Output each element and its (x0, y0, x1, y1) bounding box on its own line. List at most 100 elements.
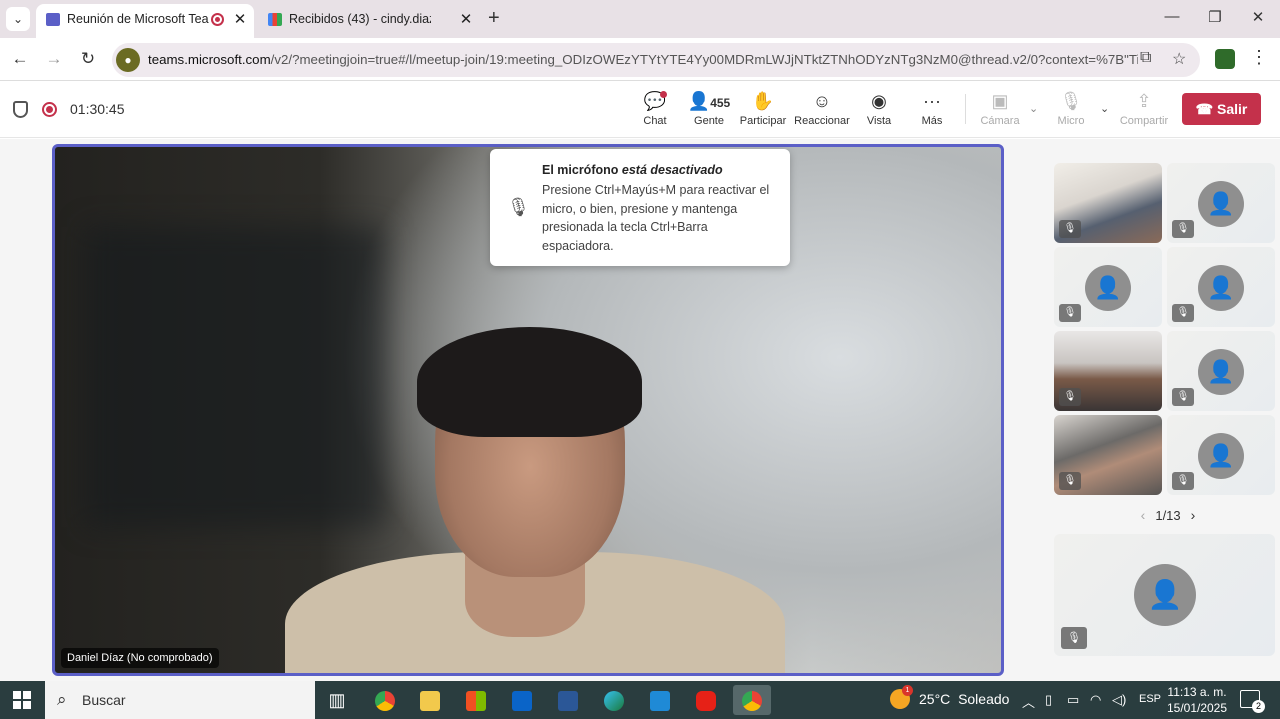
mic-options-chevron-icon[interactable]: ⌄ (1100, 102, 1109, 115)
tab-gmail[interactable]: Recibidos (43) - cindy.diaz@uas.edu.mx ✕ (258, 4, 480, 38)
tab-search-button[interactable]: ⌄ (6, 7, 30, 31)
leave-button[interactable]: ☎ Salir (1182, 93, 1261, 125)
camera-label: Cámara (980, 115, 1020, 127)
meet-now-icon[interactable]: ▯ (1045, 692, 1052, 708)
browser-toolbar: ← → ↻ ● teams.microsoft.com/v2/?meetingj… (0, 38, 1280, 81)
share-icon: ⇪ (1136, 91, 1152, 111)
language-indicator[interactable]: ESP (1139, 693, 1161, 705)
participant-tile[interactable]: 🎙 (1054, 163, 1162, 243)
participant-tile[interactable]: 👤 🎙 (1167, 247, 1275, 327)
weather-desc: Soleado (958, 691, 1010, 707)
weather-badge: 1 (902, 685, 913, 696)
unread-dot (660, 91, 667, 98)
mic-off-icon: 🎙 (1059, 91, 1083, 111)
previous-page-icon[interactable]: ‹ (1141, 507, 1146, 523)
clock-date: 15/01/2025 (1166, 701, 1228, 715)
windows-taskbar: ⌕ Buscar ▥ 1 25°C Soleado ︿ ▯ ▭ ◠ ◁) ESP… (0, 681, 1280, 719)
muted-mic-icon: 🎙 (1172, 304, 1194, 322)
muted-mic-icon: 🎙 (1172, 220, 1194, 238)
chrome-icon[interactable] (366, 685, 404, 715)
more-button[interactable]: ··· Más (902, 90, 962, 127)
microsoft-store-icon[interactable] (457, 685, 495, 715)
extension-icon[interactable] (1215, 49, 1235, 69)
task-view-icon[interactable]: ▥ (318, 685, 356, 715)
participant-tile[interactable]: 👤 🎙 (1167, 331, 1275, 411)
participant-tile[interactable]: 🎙 (1054, 415, 1162, 495)
maximize-button[interactable]: ❐ (1203, 8, 1227, 26)
react-button[interactable]: ☺ Reaccionar (792, 90, 852, 127)
windows-start-icon[interactable] (13, 691, 31, 709)
weather-widget[interactable]: 1 25°C Soleado (890, 685, 1010, 712)
avatar-icon: 👤 (1198, 433, 1244, 479)
mic-button[interactable]: 🎙 Micro (1041, 90, 1101, 127)
speaker-hair (417, 327, 642, 437)
self-avatar-icon: 👤 (1134, 564, 1196, 626)
view-button[interactable]: ◉ Vista (849, 90, 909, 127)
tab-teams-meeting[interactable]: Reunión de Microsoft Teams ✕ (36, 4, 254, 38)
participant-tile[interactable]: 👤 🎙 (1054, 247, 1162, 327)
back-button[interactable]: ← (9, 48, 31, 70)
battery-icon[interactable]: ▭ (1067, 692, 1079, 708)
minimize-button[interactable]: — (1160, 8, 1184, 25)
notification-title-b: está desactivado (621, 163, 723, 177)
hand-icon: ✋ (751, 91, 775, 111)
url-text[interactable]: teams.microsoft.com/v2/?meetingjoin=true… (148, 43, 1138, 77)
share-label: Compartir (1119, 115, 1169, 127)
self-video-tile[interactable]: 👤 🎙 (1054, 534, 1275, 656)
close-tab-icon[interactable]: ✕ (458, 5, 474, 35)
taskbar-clock[interactable]: 11:13 a. m. 15/01/2025 (1162, 684, 1232, 716)
outlook-icon[interactable] (503, 685, 541, 715)
word-icon[interactable] (549, 685, 587, 715)
gmail-favicon-icon (268, 13, 282, 26)
chrome-active-icon[interactable] (733, 685, 771, 715)
participant-tile[interactable]: 👤 🎙 (1167, 163, 1275, 243)
view-icon: ◉ (871, 91, 887, 111)
taskbar-search[interactable]: ⌕ Buscar (45, 681, 315, 719)
wifi-icon[interactable]: ◠ (1090, 692, 1101, 708)
show-hidden-icons-chevron-icon[interactable]: ︿ (1022, 692, 1035, 711)
notification-title: El micrófono está desactivado (542, 163, 723, 177)
camera-off-icon: ▣ (991, 91, 1009, 111)
share-button[interactable]: ⇪ Compartir (1114, 90, 1174, 127)
bookmark-star-icon[interactable]: ☆ (1172, 49, 1186, 69)
youtube-icon[interactable] (687, 685, 725, 715)
next-page-icon[interactable]: › (1191, 507, 1196, 523)
view-label: Vista (866, 115, 892, 127)
edge-icon[interactable] (595, 685, 633, 715)
security-shield-icon[interactable] (13, 101, 28, 118)
participant-tile[interactable]: 👤 🎙 (1167, 415, 1275, 495)
volume-icon[interactable]: ◁) (1112, 692, 1126, 708)
chat-button[interactable]: 💬 Chat (625, 90, 685, 127)
leave-label: Salir (1216, 101, 1248, 117)
browser-menu-icon[interactable]: ⋮ (1250, 47, 1268, 68)
avatar-icon: 👤 (1198, 265, 1244, 311)
speaker-name-badge: Daniel Díaz (No comprobado) (61, 648, 219, 668)
url-path: /v2/?meetingjoin=true#/l/meetup-join/19:… (270, 52, 1138, 67)
teams-favicon-icon (46, 13, 60, 26)
gallery-pager: ‹ 1/13 › (1128, 507, 1208, 523)
close-window-button[interactable]: ✕ (1246, 8, 1270, 26)
avatar-icon: 👤 (1085, 265, 1131, 311)
search-placeholder: Buscar (82, 692, 126, 708)
notifications-icon[interactable]: 2 (1240, 690, 1265, 713)
camera-options-chevron-icon[interactable]: ⌄ (1029, 102, 1038, 115)
forward-button[interactable]: → (43, 48, 65, 70)
clock-time: 11:13 a. m. (1167, 685, 1227, 699)
file-explorer-icon[interactable] (411, 685, 449, 715)
reload-button[interactable]: ↻ (77, 48, 99, 70)
teams-app-icon[interactable] (641, 685, 679, 715)
mic-in-use-icon[interactable]: ● (116, 48, 140, 72)
close-tab-icon[interactable]: ✕ (232, 5, 248, 35)
raise-hand-button[interactable]: ✋ Participar (733, 90, 793, 127)
avatar-icon: 👤 (1198, 181, 1244, 227)
search-icon: ⌕ (57, 690, 67, 709)
new-tab-button[interactable]: + (488, 8, 500, 28)
address-bar[interactable]: ● teams.microsoft.com/v2/?meetingjoin=tr… (112, 43, 1200, 77)
participant-tile[interactable]: 🎙 (1054, 331, 1162, 411)
people-button[interactable]: 👤455 Gente (679, 90, 739, 127)
weather-temp: 25°C (919, 691, 951, 707)
muted-mic-icon: 🎙 (1059, 304, 1081, 322)
raise-hand-label: Participar (739, 115, 787, 127)
install-app-icon[interactable]: ⧉ (1140, 49, 1151, 67)
camera-button[interactable]: ▣ Cámara (970, 90, 1030, 127)
